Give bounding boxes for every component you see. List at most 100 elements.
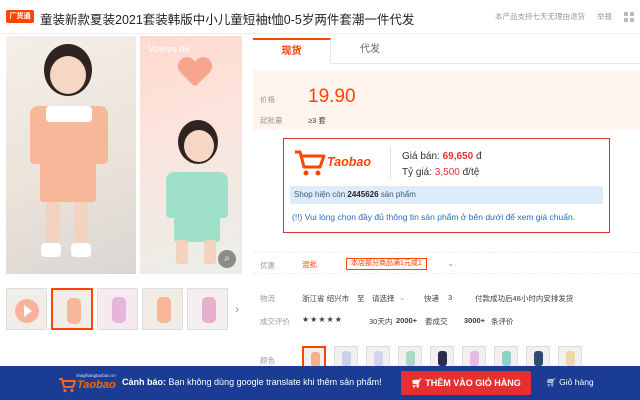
shopping-cart-icon xyxy=(295,150,326,176)
thumbnail-item[interactable] xyxy=(51,288,93,330)
exchange-rate-value: 3,500 xyxy=(434,167,460,178)
tab-in-stock[interactable]: 现货 xyxy=(253,38,331,64)
nhaphang-logo: nhaphangtaobao.vn Taobao xyxy=(58,372,118,396)
exchange-rate-unit: đ/tệ xyxy=(462,167,480,178)
product-title: 童装新款夏装2021套装韩版中小儿童短袖t恤0-5岁两件套潮一件代发 xyxy=(40,13,415,27)
taobao-logo: Taobao xyxy=(294,147,384,179)
express-label: 快递 xyxy=(424,294,439,303)
magnifier-icon[interactable]: ⌕ xyxy=(218,250,236,268)
exchange-rate-label: Tỷ giá: xyxy=(402,167,433,178)
swatch-figure xyxy=(311,352,320,367)
shoe-left xyxy=(40,242,62,258)
color-label: 颜色 xyxy=(260,356,275,365)
swatch-figure xyxy=(566,351,575,366)
shopping-cart-icon xyxy=(59,378,76,393)
shop-tag-badge[interactable]: 厂货通 xyxy=(6,10,34,23)
child-face xyxy=(50,56,86,94)
video-thumbnail[interactable] xyxy=(6,288,48,330)
grid-icon[interactable] xyxy=(624,11,634,22)
tab-dropship[interactable]: 代发 xyxy=(331,38,409,64)
main-product-photo[interactable] xyxy=(6,36,136,274)
swatch-figure xyxy=(342,351,351,366)
taobao-logo-text: Taobao xyxy=(327,155,371,169)
chevron-right-icon[interactable]: › xyxy=(232,288,242,330)
swatch-figure xyxy=(534,351,543,366)
collar xyxy=(46,106,92,122)
dispatch-note: 付款成功后48小时内安排发货 xyxy=(475,294,574,303)
logo-text: Taobao xyxy=(77,379,116,391)
stock-info-bar: Shop hiện còn 2445626 sản phẩm xyxy=(290,186,603,204)
mint-shorts xyxy=(174,216,220,242)
add-to-cart-button[interactable]: 🛒︎ THÊM VÀO GIỎ HÀNG xyxy=(401,371,531,395)
swatch-figure xyxy=(438,351,447,366)
purchase-mode-tabs: 现货 代发 xyxy=(253,38,640,64)
vnd-price-row: Giá bán: 69,650 đ xyxy=(402,151,482,162)
period-label: 30天内 xyxy=(369,317,393,326)
shipping-row: 物流 浙江省 绍兴市 至 请选择 ⌄ 快递 3 付款成功后48小时内安排发货 xyxy=(253,289,640,305)
price-value: 19.90 xyxy=(308,86,356,107)
origin-location: 浙江省 绍兴市 xyxy=(302,294,350,303)
deals-suffix: 套成交 xyxy=(425,317,448,326)
swatch-figure xyxy=(374,351,383,366)
header: 厂货通 童装新款夏装2021套装韩版中小儿童短袖t恤0-5岁两件套潮一件代发 本… xyxy=(0,0,640,34)
header-actions: 本产品支持七天无理由退货 举报 xyxy=(495,11,634,22)
stock-suffix: sản phẩm xyxy=(380,190,416,199)
leg-right xyxy=(204,240,216,264)
price-area: 价格 19.90 起批量 ≥3 套 xyxy=(253,70,640,130)
swatch-figure xyxy=(470,351,479,366)
taobao-price-box: Taobao Giá bán: 69,650 đ Tỷ giá: 3,500 đ… xyxy=(283,138,610,233)
reviews-label: 成交评价 xyxy=(260,317,290,326)
warning-prefix: Cảnh báo: xyxy=(122,377,166,387)
leg-left xyxy=(46,202,60,246)
child-face xyxy=(184,130,214,162)
orange-shorts xyxy=(40,162,96,202)
leg-left xyxy=(176,240,188,264)
thumbnail-item[interactable] xyxy=(96,288,138,330)
chevron-down-icon[interactable]: ⌄ xyxy=(399,293,405,302)
secondary-product-photo[interactable]: Volevo de ⌕ xyxy=(140,36,242,274)
stock-prefix: Shop hiện còn xyxy=(294,190,346,199)
promotion-row: 优惠 混批 本店部分商品满1元或1 ⌄ xyxy=(253,252,640,274)
extension-bottom-bar: nhaphangtaobao.vn Taobao Cảnh báo: Bạn k… xyxy=(0,366,640,400)
vnd-price-value: 69,650 xyxy=(442,151,474,162)
thumbnail-item[interactable] xyxy=(141,288,183,330)
leg-right xyxy=(74,202,88,246)
chevron-down-icon[interactable]: ⌄ xyxy=(447,258,455,269)
coupon-badge[interactable]: 本店部分商品满1元或1 xyxy=(346,258,427,270)
price-label: 价格 xyxy=(260,95,275,104)
select-options-notice: (!!) Vui lòng chọn đầy đủ thông tin sản … xyxy=(292,212,576,222)
exchange-rate-row: Tỷ giá: 3,500 đ/tệ xyxy=(402,167,479,178)
vnd-price-label: Giá bán: xyxy=(402,151,440,162)
min-batch-label: 起批量 xyxy=(260,116,283,125)
cart-icon: 🛒︎ xyxy=(546,377,560,387)
thumbnail-item[interactable] xyxy=(186,288,229,330)
promo-label: 优惠 xyxy=(260,261,275,270)
warning-text: Bạn không dùng google translate khi thêm… xyxy=(168,377,382,387)
report-link[interactable]: 举报 xyxy=(597,11,612,22)
translate-warning: Cảnh báo: Bạn không dùng google translat… xyxy=(122,377,382,387)
cart-link-label: Giỏ hàng xyxy=(559,377,594,387)
swatch-figure xyxy=(502,351,511,366)
divider xyxy=(390,147,391,179)
cart-link[interactable]: 🛒︎ Giỏ hàng xyxy=(546,377,594,388)
shipping-fee: 3 xyxy=(448,293,453,302)
shipping-label: 物流 xyxy=(260,294,275,303)
photo-brand-text: Volevo de xyxy=(148,44,190,54)
to-label: 至 xyxy=(357,294,365,303)
logo-domain: nhaphangtaobao.vn xyxy=(76,373,116,378)
thumbnail-strip: › xyxy=(6,288,242,332)
shoe-right xyxy=(70,242,92,258)
destination-select[interactable]: 请选择 xyxy=(372,293,395,304)
add-to-cart-label: THÊM VÀO GIỎ HÀNG xyxy=(425,378,521,388)
stock-count: 2445626 xyxy=(347,190,379,199)
reviews-row: 成交评价 ★★★★★ 30天内 2000+ 套成交 3000+ 条评价 xyxy=(253,312,640,328)
mixed-batch-tag: 混批 xyxy=(302,260,317,269)
min-batch-value: ≥3 套 xyxy=(308,116,326,125)
reviews-count[interactable]: 3000+ xyxy=(464,316,485,325)
product-gallery: Volevo de ⌕ xyxy=(6,36,242,284)
vnd-price-unit: đ xyxy=(475,151,482,162)
play-icon xyxy=(15,299,39,323)
swatch-figure xyxy=(406,351,415,366)
star-rating: ★★★★★ xyxy=(302,315,343,324)
return-policy-text: 本产品支持七天无理由退货 xyxy=(495,12,585,21)
